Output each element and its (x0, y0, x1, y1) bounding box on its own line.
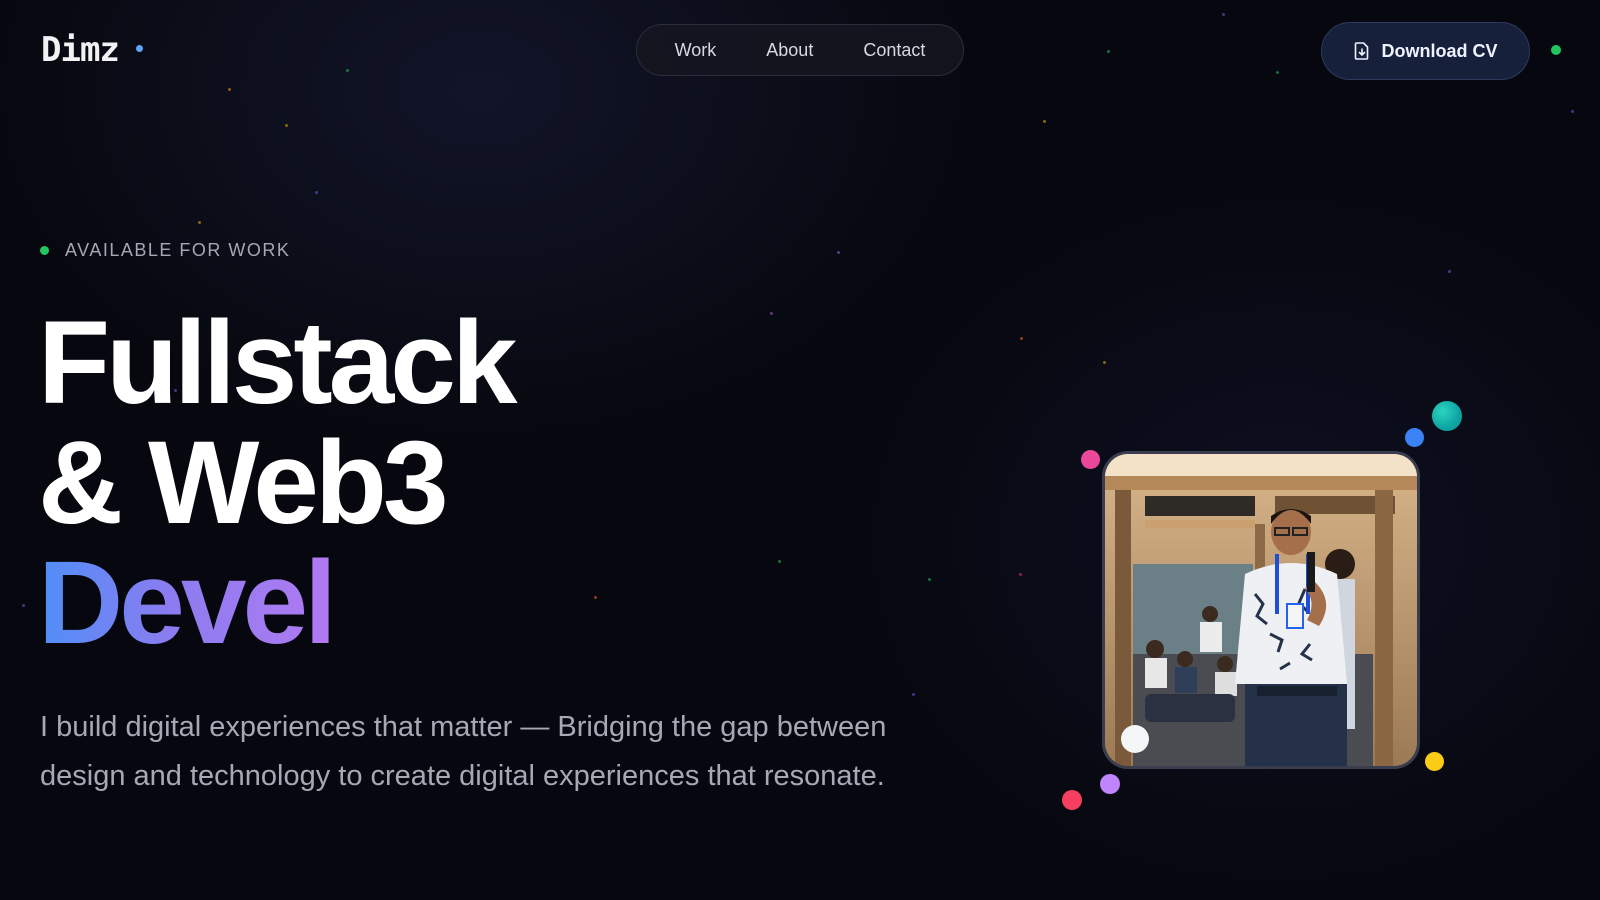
decor-orb-pink (1081, 450, 1100, 469)
star-particle (228, 88, 231, 91)
star-particle (837, 251, 840, 254)
star-particle (1107, 50, 1110, 53)
availability-dot (40, 246, 49, 255)
download-cv-button[interactable]: Download CV (1321, 22, 1530, 80)
page: Dimz Work About Contact Download CV AVAI… (0, 0, 1600, 900)
decor-orb-red (1062, 790, 1082, 810)
star-particle (770, 312, 773, 315)
decor-orb-purple (1100, 774, 1120, 794)
nav-item-contact[interactable]: Contact (838, 40, 950, 61)
star-particle (1019, 573, 1022, 576)
star-particle (778, 560, 781, 563)
star-particle (912, 693, 915, 696)
star-particle (1043, 120, 1046, 123)
star-particle (346, 69, 349, 72)
availability-badge: AVAILABLE FOR WORK (40, 240, 290, 261)
nav-item-work[interactable]: Work (650, 40, 742, 61)
availability-text: AVAILABLE FOR WORK (65, 240, 291, 260)
profile-photo (1102, 451, 1420, 769)
star-particle (1571, 110, 1574, 113)
star-particle (1020, 337, 1023, 340)
decor-orb-yellow (1425, 752, 1444, 771)
file-download-icon (1354, 42, 1368, 60)
star-particle (285, 124, 288, 127)
star-particle (1222, 13, 1225, 16)
hero-title-line-1: Fullstack (38, 297, 518, 429)
star-particle (928, 578, 931, 581)
star-particle (22, 604, 25, 607)
decor-orb-blue (1405, 428, 1424, 447)
star-particle (315, 191, 318, 194)
speaker-photo-illustration (1105, 454, 1417, 766)
main-nav: Work About Contact (636, 24, 964, 76)
star-particle (1448, 270, 1451, 273)
site-logo[interactable]: Dimz (41, 30, 120, 70)
download-cv-label: Download CV (1381, 40, 1498, 61)
star-particle (1103, 361, 1106, 364)
star-particle (198, 221, 201, 224)
star-particle (1276, 71, 1279, 74)
logo-dot (136, 45, 143, 52)
hero-description: I build digital experiences that matter … (40, 711, 887, 792)
online-status-dot (1551, 45, 1561, 55)
hero-title-line-3: Devel (38, 537, 337, 669)
star-particle (594, 596, 597, 599)
hero-title-line-2: & Web3 (38, 417, 449, 549)
decor-orb-teal (1432, 401, 1462, 431)
nav-item-about[interactable]: About (741, 40, 838, 61)
